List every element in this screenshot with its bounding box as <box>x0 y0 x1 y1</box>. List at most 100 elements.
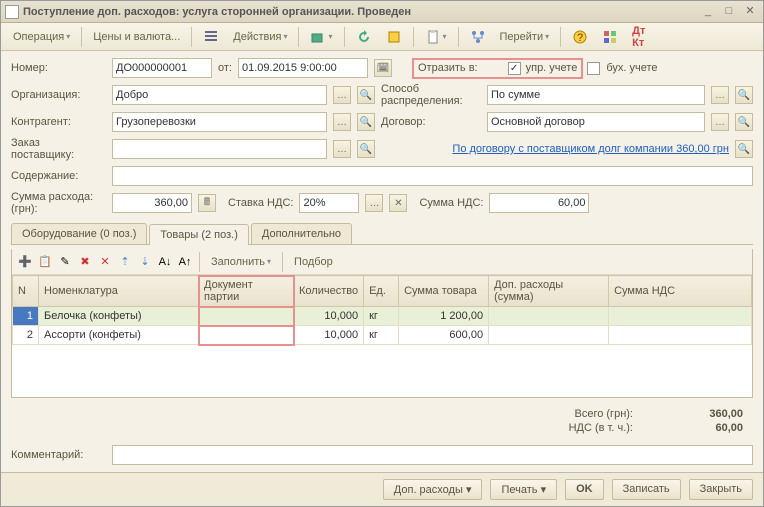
counterparty-input[interactable]: Грузоперевозки <box>112 112 327 132</box>
date-picker-icon[interactable]: 🗓 <box>374 59 392 77</box>
help-icon[interactable]: ? <box>566 26 594 48</box>
vat-sum-label: Сумма НДС: <box>419 197 483 209</box>
from-label: от: <box>218 62 232 74</box>
contract-select-icon[interactable]: … <box>711 113 729 131</box>
comment-label: Комментарий: <box>11 449 106 461</box>
total-label: Всего (грн): <box>575 408 634 420</box>
save-button[interactable]: Записать <box>612 479 681 500</box>
method-select-icon[interactable]: … <box>711 86 729 104</box>
actions-menu[interactable]: Действия▾ <box>227 26 293 48</box>
col-vat[interactable]: Сумма НДС <box>609 276 752 307</box>
table-toolbar: ➕ 📋 ✎ ✖ ✕ ⇡ ⇣ A↓ A↑ Заполнить▾ Подбор <box>12 249 752 275</box>
col-partydoc[interactable]: Документ партии <box>199 276 294 307</box>
number-input[interactable]: ДО000000001 <box>112 58 212 78</box>
app-icon <box>5 5 19 19</box>
vat-total-value: 60,00 <box>663 422 743 434</box>
comment-input[interactable] <box>112 445 753 465</box>
clipboard-icon[interactable]: ▾ <box>419 26 453 48</box>
form-content: Номер: ДО000000001 от: 01.09.2015 9:00:0… <box>1 51 763 472</box>
order-input[interactable] <box>112 139 327 159</box>
org-select-icon[interactable]: … <box>333 86 351 104</box>
edit-icon[interactable]: ✎ <box>56 253 74 271</box>
vat-rate-clear-icon[interactable]: ✕ <box>389 194 407 212</box>
method-open-icon[interactable]: 🔍 <box>735 86 753 104</box>
addexp-button[interactable]: Доп. расходы ▾ <box>383 479 483 500</box>
table-row[interactable]: 1 Белочка (конфеты) 10,000 кг 1 200,00 <box>13 307 752 326</box>
reflect-label: Отразить в: <box>418 62 478 74</box>
sum-label: Сумма расхода: (грн): <box>11 191 106 215</box>
sum-input[interactable]: 360,00 <box>112 193 192 213</box>
close-form-button[interactable]: Закрыть <box>689 479 753 500</box>
col-n[interactable]: N <box>13 276 39 307</box>
content-input[interactable] <box>112 166 753 186</box>
order-select-icon[interactable]: … <box>333 140 351 158</box>
clear-icon[interactable]: ✕ <box>96 253 114 271</box>
select-button[interactable]: Подбор <box>288 251 339 273</box>
ledger-icon[interactable] <box>380 26 408 48</box>
grid-wrap[interactable]: N Номенклатура Документ партии Количеств… <box>12 275 752 397</box>
vat-total-label: НДС (в т. ч.): <box>569 422 633 434</box>
accounting-checkbox[interactable] <box>587 62 600 75</box>
operation-menu[interactable]: Операция▾ <box>7 26 76 48</box>
debt-open-icon[interactable]: 🔍 <box>735 140 753 158</box>
debt-link[interactable]: По договору с поставщиком долг компании … <box>452 143 729 155</box>
tab-equipment[interactable]: Оборудование (0 поз.) <box>11 223 147 244</box>
titlebar: Поступление доп. расходов: услуга сторон… <box>1 1 763 23</box>
ok-button[interactable]: OK <box>565 479 604 500</box>
delete-icon[interactable]: ✖ <box>76 253 94 271</box>
vat-rate-input[interactable]: 20% <box>299 193 359 213</box>
total-value: 360,00 <box>663 408 743 420</box>
sort-asc-icon[interactable]: A↓ <box>156 253 174 271</box>
post-icon[interactable]: ▾ <box>304 26 338 48</box>
accounting-label: бух. учете <box>606 62 657 74</box>
col-qty[interactable]: Количество <box>294 276 364 307</box>
tab-goods[interactable]: Товары (2 поз.) <box>149 224 248 245</box>
tabs: Оборудование (0 поз.) Товары (2 поз.) До… <box>11 223 753 245</box>
order-open-icon[interactable]: 🔍 <box>357 140 375 158</box>
minimize-button[interactable]: _ <box>699 4 717 20</box>
prices-button[interactable]: Цены и валюта... <box>87 26 186 48</box>
method-input[interactable]: По сумме <box>487 85 705 105</box>
refresh-icon[interactable] <box>350 26 378 48</box>
sort-desc-icon[interactable]: A↑ <box>176 253 194 271</box>
order-label: Заказ поставщику: <box>11 137 106 161</box>
table-row[interactable]: 2 Ассорти (конфеты) 10,000 кг 600,00 <box>13 326 752 345</box>
calc-icon[interactable]: 🖩 <box>198 194 216 212</box>
vat-rate-label: Ставка НДС: <box>228 197 293 209</box>
col-addexp[interactable]: Доп. расходы (сумма) <box>489 276 609 307</box>
print-button[interactable]: Печать ▾ <box>490 479 557 500</box>
tab-additional[interactable]: Дополнительно <box>251 223 352 244</box>
goods-grid: N Номенклатура Документ партии Количеств… <box>12 275 752 345</box>
structure-icon[interactable] <box>464 26 492 48</box>
vat-rate-select-icon[interactable]: … <box>365 194 383 212</box>
col-unit[interactable]: Ед. <box>364 276 399 307</box>
svg-text:?: ? <box>577 32 583 44</box>
list-icon[interactable] <box>197 26 225 48</box>
settings-icon[interactable] <box>596 26 624 48</box>
mgmt-label: упр. учете <box>526 62 578 74</box>
dt-kt-icon[interactable]: ДтКт <box>626 26 651 48</box>
mgmt-checkbox[interactable]: ✓ <box>508 62 521 75</box>
org-open-icon[interactable]: 🔍 <box>357 86 375 104</box>
move-up-icon[interactable]: ⇡ <box>116 253 134 271</box>
vat-sum-input[interactable]: 60,00 <box>489 193 589 213</box>
method-label: Способ распределения: <box>381 83 481 107</box>
content-label: Содержание: <box>11 170 106 182</box>
col-nomenclature[interactable]: Номенклатура <box>39 276 199 307</box>
fill-menu[interactable]: Заполнить▾ <box>205 251 277 273</box>
counterparty-select-icon[interactable]: … <box>333 113 351 131</box>
counterparty-open-icon[interactable]: 🔍 <box>357 113 375 131</box>
maximize-button[interactable]: □ <box>720 4 738 20</box>
contract-open-icon[interactable]: 🔍 <box>735 113 753 131</box>
number-label: Номер: <box>11 62 106 74</box>
move-down-icon[interactable]: ⇣ <box>136 253 154 271</box>
main-window: Поступление доп. расходов: услуга сторон… <box>0 0 764 507</box>
col-goods-sum[interactable]: Сумма товара <box>399 276 489 307</box>
contract-input[interactable]: Основной договор <box>487 112 705 132</box>
org-input[interactable]: Добро <box>112 85 327 105</box>
date-input[interactable]: 01.09.2015 9:00:00 <box>238 58 368 78</box>
add-icon[interactable]: ➕ <box>16 253 34 271</box>
goto-menu[interactable]: Перейти▾ <box>494 26 556 48</box>
close-button[interactable]: ✕ <box>741 4 759 20</box>
copy-icon[interactable]: 📋 <box>36 253 54 271</box>
